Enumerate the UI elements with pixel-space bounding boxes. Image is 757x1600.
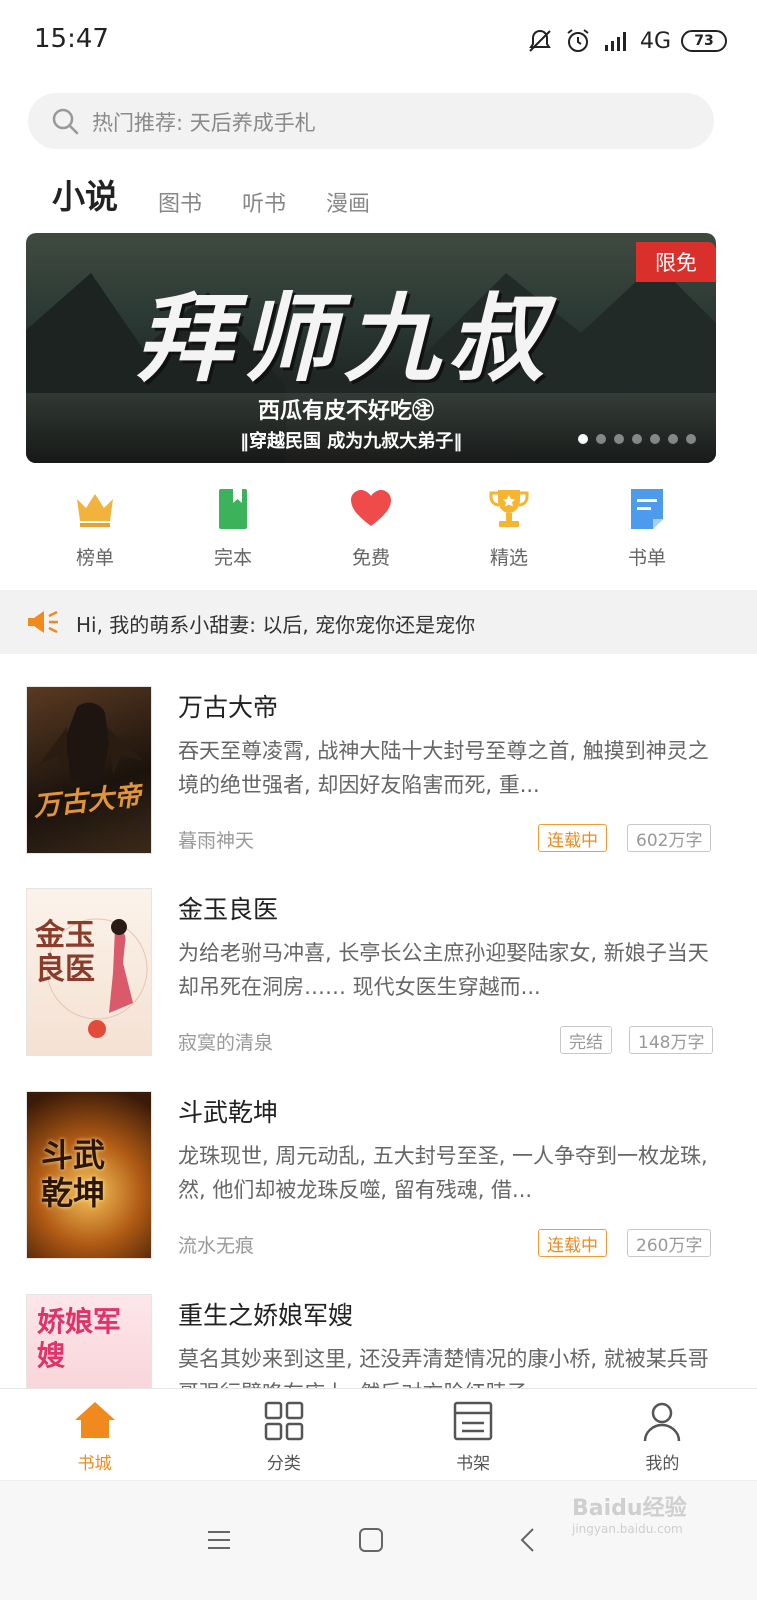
quick-nav-label: 免费 <box>351 547 390 569</box>
book-description: 吞天至尊凌霄, 战神大陆十大封号至尊之首, 触摸到神灵之境的绝世强者, 却因好友… <box>178 739 709 797</box>
network-type: 4G <box>639 28 671 54</box>
battery-indicator: 73 <box>681 30 727 52</box>
book-cover: 万古大帝 <box>26 686 152 854</box>
tab-novel[interactable]: 小说 <box>52 170 118 218</box>
tab-audiobooks[interactable]: 听书 <box>242 186 286 218</box>
quick-nav-label: 书单 <box>627 547 666 569</box>
quick-nav: 榜单 完本 免费 精选 书单 <box>26 487 716 577</box>
search-bar[interactable]: 热门推荐: 天后养成手札 <box>28 93 714 149</box>
alarm-icon <box>567 29 589 52</box>
book-status-badge: 完结 <box>560 1026 612 1054</box>
quick-nav-label: 精选 <box>489 547 528 569</box>
announcement-bar[interactable]: Hi, 我的萌系小甜妻: 以后, 宠你宠你还是宠你 <box>0 590 757 654</box>
watermark-url: jingyan.baidu.com <box>572 1522 683 1536</box>
mute-icon <box>529 29 551 52</box>
book-author: 暮雨神天 <box>178 830 255 852</box>
bookmark-book-icon <box>219 489 247 529</box>
book-description: 为给老驸马冲喜, 长亭长公主庶孙迎娶陆家女, 新娘子当天却吊死在洞房…… 现代女… <box>178 941 709 999</box>
free-badge: 限免 <box>636 242 716 282</box>
book-item[interactable]: 斗武乾坤 斗武乾坤 龙珠现世, 周元动乱, 五大封号至圣, 一人争夺到一枚龙珠,… <box>26 1091 716 1261</box>
pagination-dot <box>686 434 696 444</box>
tabbar-label: 书城 <box>77 1454 112 1474</box>
bottom-tab-bar: 书城 分类 书架 我的 <box>0 1388 757 1480</box>
person-icon <box>644 1402 681 1442</box>
banner-tagline: ‖穿越民国 成为九叔大弟子‖ <box>240 431 463 452</box>
tab-comics[interactable]: 漫画 <box>326 186 370 218</box>
tabbar-label: 我的 <box>645 1454 680 1474</box>
book-cover: 斗武乾坤 <box>26 1091 152 1259</box>
banner-title: 拜师九叔 <box>136 282 552 395</box>
heart-icon <box>351 490 391 526</box>
book-wordcount-badge: 148万字 <box>629 1026 714 1054</box>
tabbar-item-bookstore[interactable]: 书城 <box>0 1389 189 1480</box>
book-status-badge: 连载中 <box>538 824 607 852</box>
cover-title-art: 斗武乾坤 <box>41 1136 106 1212</box>
quick-nav-booklist[interactable]: 书单 <box>578 487 716 577</box>
cover-title-art: 金玉良医 <box>35 918 95 987</box>
quick-nav-ranking[interactable]: 榜单 <box>26 487 164 577</box>
bookshelf-icon <box>453 1401 493 1441</box>
pagination-dot <box>650 434 660 444</box>
cover-title-art: 娇娘军嫂 <box>37 1305 122 1372</box>
quick-nav-label: 完本 <box>213 547 252 569</box>
status-time: 15:47 <box>34 24 109 54</box>
quick-nav-completed[interactable]: 完本 <box>164 487 302 577</box>
book-wordcount-badge: 260万字 <box>627 1229 712 1257</box>
home-icon <box>74 1402 115 1438</box>
book-title: 斗武乾坤 <box>178 1098 279 1127</box>
cover-figure-art <box>37 702 143 783</box>
category-tabs: 小说 图书 听书 漫画 <box>52 168 410 218</box>
book-title: 万古大帝 <box>178 693 279 722</box>
book-status-badge: 连载中 <box>538 1229 607 1257</box>
tabbar-label: 书架 <box>456 1454 491 1474</box>
pagination-dot <box>668 434 678 444</box>
tabbar-item-profile[interactable]: 我的 <box>568 1389 757 1480</box>
book-item[interactable]: 金玉良医 金玉良医 为给老驸马冲喜, 长亭长公主庶孙迎娶陆家女, 新娘子当天却吊… <box>26 888 716 1058</box>
quick-nav-featured[interactable]: 精选 <box>440 487 578 577</box>
banner-pagination <box>578 434 696 444</box>
book-author: 寂寞的清泉 <box>178 1032 274 1054</box>
pagination-dot <box>614 434 624 444</box>
menu-icon[interactable] <box>204 1525 234 1555</box>
book-description: 龙珠现世, 周元动乱, 五大封号至圣, 一人争夺到一枚龙珠, 然, 他们却被龙珠… <box>178 1144 708 1202</box>
pagination-dot <box>578 434 588 444</box>
status-bar: 15:47 4G 73 <box>0 0 757 84</box>
quick-nav-free[interactable]: 免费 <box>302 487 440 577</box>
book-cover: 金玉良医 <box>26 888 152 1056</box>
booklist-icon <box>631 489 663 529</box>
banner-author: 西瓜有皮不好吃㊟ <box>258 399 435 424</box>
search-placeholder: 热门推荐: 天后养成手札 <box>92 111 316 135</box>
pagination-dot <box>596 434 606 444</box>
tabbar-item-categories[interactable]: 分类 <box>189 1389 378 1480</box>
status-icons: 4G 73 <box>526 26 727 56</box>
book-author: 流水无痕 <box>178 1235 255 1257</box>
grid-icon <box>264 1401 304 1441</box>
book-title: 金玉良医 <box>178 895 279 924</box>
search-icon <box>52 108 79 135</box>
pagination-dot <box>632 434 642 444</box>
book-wordcount-badge: 602万字 <box>627 824 712 852</box>
tabbar-item-bookshelf[interactable]: 书架 <box>379 1389 568 1480</box>
signal-icon <box>604 32 626 51</box>
crown-icon <box>77 494 113 527</box>
baidu-watermark: Baidu经验 jingyan.baidu.com <box>572 1490 687 1536</box>
book-item[interactable]: 万古大帝 万古大帝 吞天至尊凌霄, 战神大陆十大封号至尊之首, 触摸到神灵之境的… <box>26 686 716 856</box>
home-square-icon[interactable] <box>356 1525 386 1555</box>
book-title: 重生之娇娘军嫂 <box>178 1301 354 1330</box>
back-icon[interactable] <box>514 1525 544 1555</box>
quick-nav-label: 榜单 <box>75 547 114 569</box>
tabbar-label: 分类 <box>266 1454 301 1474</box>
tab-books[interactable]: 图书 <box>158 186 202 218</box>
trophy-icon <box>489 490 529 527</box>
watermark-brand: Baidu经验 <box>572 1496 687 1521</box>
megaphone-icon <box>28 610 58 634</box>
announcement-text: Hi, 我的萌系小甜妻: 以后, 宠你宠你还是宠你 <box>76 613 476 637</box>
